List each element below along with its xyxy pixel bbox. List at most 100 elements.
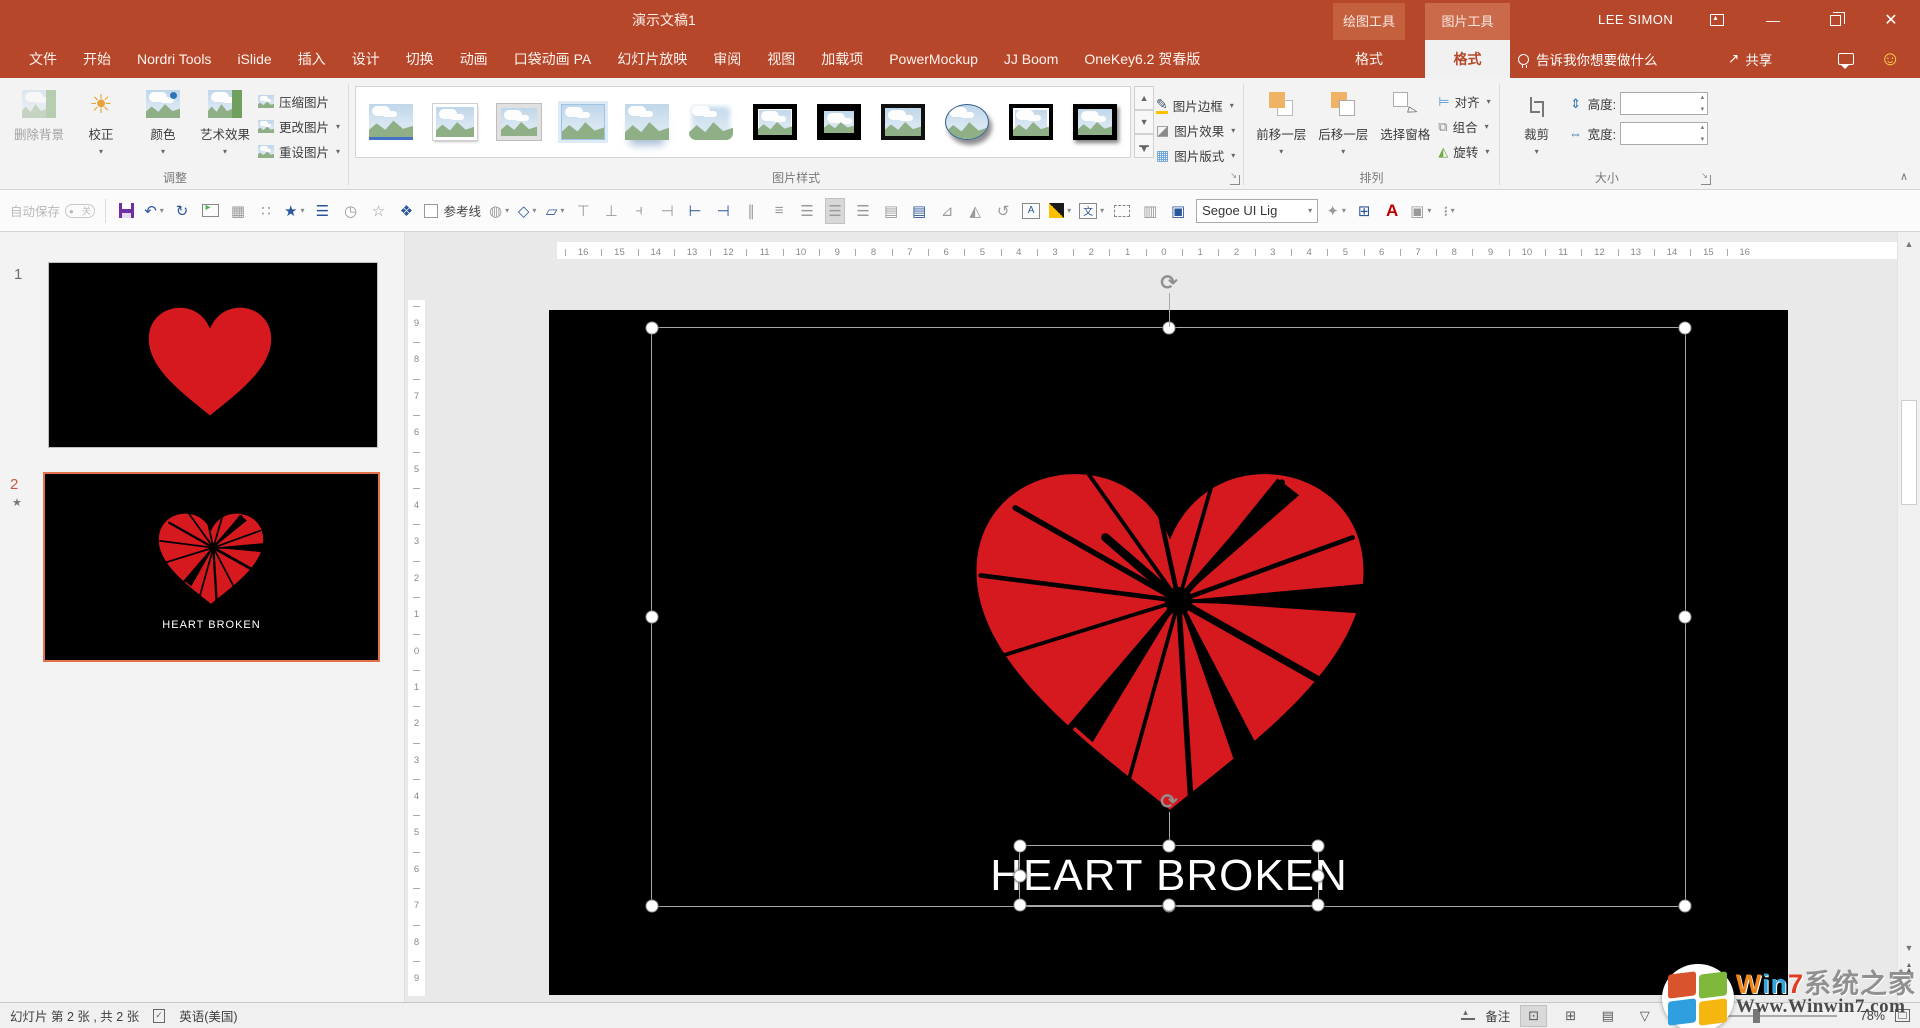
align-right-edge-icon[interactable]: ⊣ — [713, 198, 733, 224]
redo-button[interactable]: ↻ — [172, 198, 192, 224]
star-outline-icon[interactable]: ☆ — [368, 198, 388, 224]
picture-layout-button[interactable]: ▦图片版式 — [1156, 146, 1235, 165]
text-box-icon[interactable]: A — [1021, 198, 1041, 224]
color-swatch-icon[interactable] — [1049, 198, 1071, 224]
text-align-center-icon[interactable]: ☰ — [825, 198, 845, 224]
gallery-scroll-up-button[interactable]: ▲ — [1134, 86, 1154, 110]
zoom-slider[interactable] — [1687, 1015, 1837, 1017]
color-button[interactable]: 颜色 — [132, 82, 194, 171]
textbox-resize-handle-sw[interactable] — [1014, 899, 1027, 912]
autosave-toggle[interactable]: 自动保存 关 — [10, 201, 95, 220]
next-slide-button[interactable]: ▼▼ — [1898, 980, 1920, 998]
tell-me-box[interactable]: 告诉我你想要做什么 — [1518, 40, 1658, 78]
tab-view[interactable]: 视图 — [754, 40, 808, 78]
picture-style-thumbnail[interactable] — [426, 96, 484, 148]
textbox-rotate-handle-icon[interactable]: ⟳ — [1160, 790, 1178, 815]
gallery-more-button[interactable]: ▼ — [1134, 134, 1154, 158]
normal-view-button[interactable]: ⊡ — [1520, 1005, 1547, 1027]
tab-islide[interactable]: iSlide — [224, 40, 284, 78]
tab-transitions[interactable]: 切换 — [393, 40, 447, 78]
scroll-down-arrow-icon[interactable]: ▼ — [1898, 938, 1920, 958]
save-note-icon[interactable]: ▥ — [1140, 198, 1160, 224]
width-input[interactable] — [1620, 122, 1708, 145]
bring-forward-button[interactable]: 前移一层 — [1250, 82, 1312, 171]
picture-style-thumbnail[interactable] — [1066, 96, 1124, 148]
slide-sorter-view-button[interactable]: ⊞ — [1557, 1005, 1584, 1027]
artistic-effects-button[interactable]: 艺术效果 — [194, 82, 256, 171]
picture-resize-handle-se[interactable] — [1679, 900, 1692, 913]
picture-resize-handle-e[interactable] — [1679, 611, 1692, 624]
group-objects-button[interactable]: ⧉组合 — [1438, 117, 1490, 136]
ribbon-display-options-button[interactable] — [1700, 0, 1734, 40]
zoom-level[interactable]: 78% — [1847, 1009, 1885, 1023]
reorder-dots-icon[interactable]: ∷ — [256, 198, 276, 224]
picture-style-thumbnail[interactable] — [938, 96, 996, 148]
rotate-button[interactable]: ◭旋转 — [1438, 142, 1490, 161]
textbox-resize-handle-se[interactable] — [1312, 899, 1325, 912]
tab-format-drawing[interactable]: 格式 — [1333, 40, 1405, 78]
chart-icon[interactable]: ▣ — [1168, 198, 1188, 224]
picture-layout-small-icon[interactable]: ▣ — [1410, 198, 1431, 224]
selection-pane-button[interactable]: 选择窗格 — [1374, 82, 1436, 171]
crop-button[interactable]: 裁剪 — [1506, 82, 1568, 171]
flip-horizontal-icon[interactable]: ◭ — [965, 198, 985, 224]
tab-pocket-animation[interactable]: 口袋动画 PA — [501, 40, 605, 78]
tab-animations[interactable]: 动画 — [447, 40, 501, 78]
picture-style-thumbnail[interactable] — [490, 96, 548, 148]
textbox-selection-box[interactable]: HEART BROKEN — [1019, 845, 1319, 906]
picture-rotate-handle-icon[interactable]: ⟳ — [1160, 271, 1178, 296]
wordart-icon[interactable]: A — [1382, 198, 1402, 224]
tab-slideshow[interactable]: 幻灯片放映 — [604, 40, 700, 78]
tab-insert[interactable]: 插入 — [285, 40, 339, 78]
picture-styles-dialog-launcher-icon[interactable] — [1230, 175, 1240, 185]
tab-jjboom[interactable]: JJ Boom — [991, 40, 1071, 78]
text-align-left-icon[interactable]: ☰ — [797, 198, 817, 224]
close-button[interactable]: ✕ — [1874, 0, 1908, 40]
stack-h-icon[interactable]: ≡ — [769, 198, 789, 224]
picture-resize-handle-ne[interactable] — [1679, 322, 1692, 335]
align-button[interactable]: ⊨对齐 — [1438, 92, 1490, 111]
fit-slide-to-window-button[interactable] — [1895, 1009, 1910, 1022]
tab-powermockup[interactable]: PowerMockup — [876, 40, 991, 78]
picture-style-thumbnail[interactable] — [746, 96, 804, 148]
picture-style-thumbnail[interactable] — [810, 96, 868, 148]
change-picture-button[interactable]: 更改图片 — [258, 117, 340, 136]
height-input[interactable] — [1620, 92, 1708, 115]
scroll-up-arrow-icon[interactable]: ▲ — [1898, 234, 1920, 254]
picture-resize-handle-w[interactable] — [646, 611, 659, 624]
comments-button[interactable] — [1838, 40, 1854, 78]
star-animation-button[interactable]: ★ — [284, 198, 304, 224]
minimize-button[interactable]: — — [1756, 0, 1790, 40]
spellcheck-icon[interactable] — [153, 1009, 165, 1023]
textbox-resize-handle-s[interactable] — [1163, 899, 1176, 912]
tab-nordri-tools[interactable]: Nordri Tools — [124, 40, 224, 78]
gallery-scroll-down-button[interactable]: ▼ — [1134, 110, 1154, 134]
language-indicator[interactable]: 英语(美国) — [179, 1006, 237, 1025]
size-dialog-launcher-icon[interactable] — [1701, 175, 1711, 185]
textbox-resize-handle-nw[interactable] — [1014, 840, 1027, 853]
vertical-scrollbar[interactable]: ▲ ▼ ▲▲ ▼▼ — [1897, 232, 1920, 1002]
picture-style-thumbnail[interactable] — [362, 96, 420, 148]
stack-v-icon[interactable]: ∥ — [741, 198, 761, 224]
slideshow-view-button[interactable]: ▽ — [1631, 1005, 1658, 1027]
animation-pane-icon[interactable]: ☰ — [312, 198, 332, 224]
textbox-resize-handle-w[interactable] — [1014, 869, 1027, 882]
align-top-icon[interactable]: ⊤ — [573, 198, 593, 224]
textbox-resize-handle-e[interactable] — [1312, 869, 1325, 882]
picture-resize-handle-nw[interactable] — [646, 322, 659, 335]
previous-slide-button[interactable]: ▲▲ — [1898, 960, 1920, 978]
align-middle-icon[interactable]: ⊥ — [601, 198, 621, 224]
tab-design[interactable]: 设计 — [339, 40, 393, 78]
start-slideshow-button[interactable] — [200, 198, 220, 224]
timing-icon[interactable]: ◷ — [340, 198, 360, 224]
feedback-smiley-button[interactable]: ☺ — [1880, 40, 1900, 78]
picture-style-thumbnail[interactable] — [1002, 96, 1060, 148]
text-effects-icon[interactable]: ✦ — [1326, 198, 1346, 224]
rotate-object-icon[interactable]: ↺ — [993, 198, 1013, 224]
tab-file[interactable]: 文件 — [16, 40, 70, 78]
textbox-resize-handle-ne[interactable] — [1312, 840, 1325, 853]
guides-checkbox[interactable]: 参考线 — [424, 198, 481, 224]
zoom-out-button[interactable]: − — [1668, 1007, 1677, 1024]
edit-shape-icon[interactable]: ◇ — [517, 198, 537, 224]
slide-1-thumbnail[interactable] — [48, 262, 378, 448]
